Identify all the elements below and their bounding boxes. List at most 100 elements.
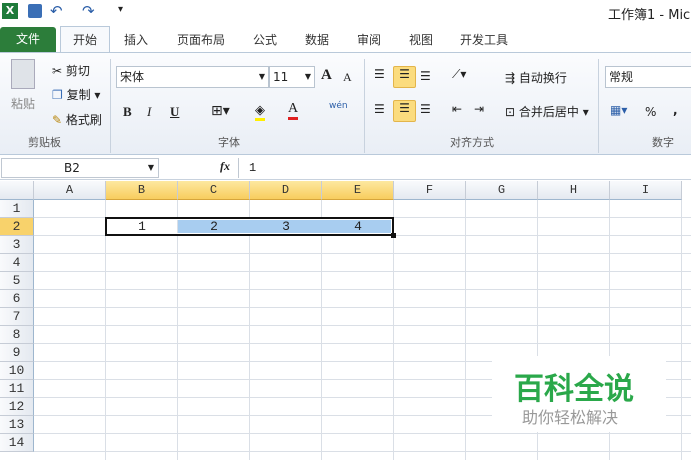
fill-color-icon[interactable]: ◈ [255, 103, 265, 121]
watermark: 百科全说 助你轻松解决 [492, 356, 666, 432]
row-header-4[interactable]: 4 [0, 254, 34, 272]
row-header-10[interactable]: 10 [0, 362, 34, 380]
window-title: 工作簿1 - Mic [608, 8, 691, 23]
font-color-icon[interactable]: A [288, 101, 299, 120]
row-header-1[interactable]: 1 [0, 200, 34, 218]
borders-icon[interactable]: ⊞▾ [211, 103, 230, 119]
name-box-value: B2 [64, 161, 80, 175]
name-box[interactable]: B2 ▼ [1, 158, 159, 178]
tab-formulas[interactable]: 公式 [253, 28, 277, 52]
group-label-number: 数字 [652, 136, 674, 149]
row-header-8[interactable]: 8 [0, 326, 34, 344]
tab-home[interactable]: 开始 [60, 26, 110, 53]
group-label-font: 字体 [218, 136, 240, 149]
formula-input[interactable]: 1 [238, 158, 691, 178]
row-header-3[interactable]: 3 [0, 236, 34, 254]
watermark-title: 百科全说 [514, 372, 634, 407]
increase-indent-icon[interactable]: ⇥ [474, 102, 484, 116]
row-header-7[interactable]: 7 [0, 308, 34, 326]
column-header-B[interactable]: B [106, 181, 178, 200]
wrap-text-icon: ⇶ [505, 71, 516, 85]
row-header-12[interactable]: 12 [0, 398, 34, 416]
save-icon[interactable] [28, 4, 42, 18]
row-header-13[interactable]: 13 [0, 416, 34, 434]
quick-access-toolbar: X ↶ ↷ ▾ 工作簿1 - Mic [0, 0, 691, 24]
column-header-I[interactable]: I [610, 181, 682, 200]
formula-bar: B2 ▼ fx 1 [0, 156, 691, 180]
font-size-value: 11 [273, 70, 289, 84]
group-label-clipboard: 剪贴板 [28, 136, 61, 149]
row-header-5[interactable]: 5 [0, 272, 34, 290]
column-header-C[interactable]: C [178, 181, 250, 200]
copy-icon: ❐ [52, 88, 63, 102]
selection-border [105, 217, 394, 236]
customize-qat-icon[interactable]: ▾ [118, 4, 123, 15]
column-header-F[interactable]: F [394, 181, 466, 200]
undo-icon[interactable]: ↶ [50, 2, 63, 20]
select-all-corner[interactable] [0, 181, 34, 200]
column-header-E[interactable]: E [322, 181, 394, 200]
font-size-select[interactable]: 11 ▼ [269, 66, 315, 88]
scissors-icon: ✂ [52, 64, 63, 78]
decrease-indent-icon[interactable]: ⇤ [452, 102, 462, 116]
copy-button[interactable]: ❐ 复制 ▾ [52, 86, 100, 103]
tab-review[interactable]: 审阅 [357, 28, 381, 52]
paste-button[interactable]: 粘贴 [11, 95, 35, 112]
percent-button[interactable]: % [645, 105, 656, 119]
paste-icon [11, 59, 35, 89]
align-left-icon[interactable]: ☰ [374, 102, 385, 116]
cut-label: 剪切 [65, 64, 90, 78]
redo-icon[interactable]: ↷ [82, 2, 95, 20]
merge-label: 合并后居中 [518, 105, 579, 119]
tab-view[interactable]: 视图 [409, 28, 433, 52]
tab-data[interactable]: 数据 [305, 28, 329, 52]
watermark-subtitle: 助你轻松解决 [522, 408, 619, 427]
wrap-text-button[interactable]: ⇶ 自动换行 [505, 69, 567, 86]
insert-function-icon[interactable]: fx [220, 159, 230, 174]
grow-font-button[interactable]: A [321, 67, 332, 84]
align-middle-icon[interactable]: ☰ [393, 66, 416, 88]
comma-button[interactable]: , [673, 103, 678, 117]
tab-file[interactable]: 文件 [0, 27, 56, 52]
bold-button[interactable]: B [123, 104, 132, 120]
row-header-14[interactable]: 14 [0, 434, 34, 452]
group-label-alignment: 对齐方式 [450, 136, 494, 149]
ribbon-tabs: 文件 开始 插入 页面布局 公式 数据 审阅 视图 开发工具 [0, 24, 691, 53]
column-header-H[interactable]: H [538, 181, 610, 200]
italic-button[interactable]: I [147, 104, 151, 120]
align-right-icon[interactable]: ☰ [420, 102, 431, 116]
cut-button[interactable]: ✂ 剪切 [52, 62, 90, 79]
row-header-6[interactable]: 6 [0, 290, 34, 308]
orientation-icon[interactable]: ⟋▾ [452, 67, 466, 82]
merge-icon: ⊡ [505, 105, 516, 119]
column-header-A[interactable]: A [34, 181, 106, 200]
number-format-value: 常规 [609, 70, 634, 84]
row-header-9[interactable]: 9 [0, 344, 34, 362]
number-format-select[interactable]: 常规 [605, 66, 691, 88]
underline-button[interactable]: U [170, 104, 179, 120]
ribbon: 粘贴 ✂ 剪切 ❐ 复制 ▾ ✎ 格式刷 剪贴板 宋体 ▼ 11 ▼ A A B I… [0, 52, 691, 155]
wrap-text-label: 自动换行 [518, 71, 567, 85]
column-header-G[interactable]: G [466, 181, 538, 200]
row-header-11[interactable]: 11 [0, 380, 34, 398]
format-painter-button[interactable]: ✎ 格式刷 [52, 111, 102, 128]
align-top-icon[interactable]: ☰ [374, 67, 385, 81]
tab-insert[interactable]: 插入 [124, 28, 148, 52]
tab-page-layout[interactable]: 页面布局 [177, 28, 225, 52]
fill-handle[interactable] [391, 233, 396, 238]
currency-icon[interactable]: ▦▾ [610, 103, 627, 117]
align-center-icon[interactable]: ☰ [393, 100, 416, 122]
merge-center-button[interactable]: ⊡ 合并后居中 ▾ [505, 103, 589, 120]
phonetic-icon[interactable]: wén [329, 101, 348, 111]
font-name-select[interactable]: 宋体 ▼ [116, 66, 269, 88]
font-name-value: 宋体 [120, 70, 145, 84]
format-painter-label: 格式刷 [65, 113, 102, 127]
column-header-D[interactable]: D [250, 181, 322, 200]
row-header-2[interactable]: 2 [0, 218, 34, 236]
copy-label: 复制 [66, 88, 91, 102]
align-bottom-icon[interactable]: ☰ [420, 69, 431, 83]
shrink-font-button[interactable]: A [343, 70, 352, 85]
tab-developer[interactable]: 开发工具 [460, 28, 508, 52]
excel-icon: X [2, 3, 18, 19]
brush-icon: ✎ [52, 113, 63, 127]
